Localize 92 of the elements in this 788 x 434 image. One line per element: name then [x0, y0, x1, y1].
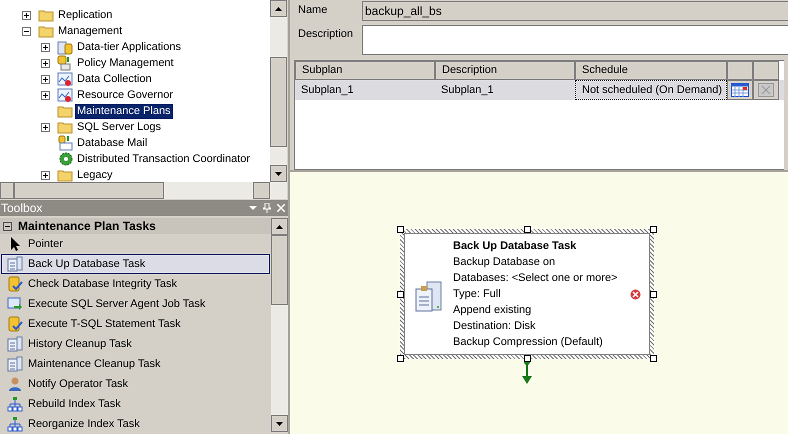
- resize-handle[interactable]: [397, 291, 404, 298]
- table-row[interactable]: Subplan_1 Subplan_1 Not scheduled (On Demand): [295, 80, 784, 100]
- folder-icon: [57, 104, 73, 118]
- folder-icon: [38, 24, 54, 38]
- toolbox-item[interactable]: Reorganize Index Task: [1, 414, 270, 434]
- vertical-scrollbar[interactable]: [270, 0, 287, 182]
- toolbox-item[interactable]: Execute T-SQL Statement Task: [1, 314, 270, 334]
- chart-icon: [57, 87, 73, 103]
- tree-diagram-icon: [7, 416, 23, 432]
- tree-item[interactable]: SQL Server Logs: [75, 120, 163, 134]
- task-icon: [7, 356, 23, 372]
- table-cell: Not scheduled (On Demand): [575, 80, 727, 100]
- tree-item[interactable]: Data Collection: [75, 72, 154, 86]
- tree-item[interactable]: Legacy: [75, 168, 114, 182]
- description-field[interactable]: [362, 25, 788, 55]
- column-header[interactable]: [753, 61, 779, 80]
- task-detail: Databases: <Select one or more>: [453, 271, 618, 286]
- horizontal-scrollbar[interactable]: [0, 182, 287, 199]
- close-icon[interactable]: [277, 204, 285, 212]
- pin-icon[interactable]: [263, 203, 271, 213]
- expand-toggle[interactable]: [41, 90, 50, 100]
- resize-handle[interactable]: [524, 355, 531, 362]
- tree-item[interactable]: Distributed Transaction Coordinator: [75, 152, 252, 166]
- task-detail: Backup Database on: [453, 255, 556, 270]
- expand-toggle[interactable]: [41, 58, 50, 68]
- panel-title: Toolbox: [1, 200, 44, 217]
- database-icon: [57, 39, 73, 55]
- toolbox-item[interactable]: Execute SQL Server Agent Job Task: [1, 294, 270, 314]
- check-icon: [7, 276, 23, 292]
- tree-item[interactable]: Maintenance Plans: [75, 104, 173, 118]
- resize-handle[interactable]: [397, 226, 404, 233]
- tree-diagram-icon: [7, 396, 23, 412]
- task-title: Back Up Database Task: [453, 239, 578, 254]
- column-header[interactable]: Subplan: [295, 61, 435, 80]
- task-detail: Destination: Disk: [453, 319, 537, 334]
- tree-item[interactable]: Replication: [56, 8, 114, 22]
- collapse-toggle[interactable]: [3, 222, 12, 230]
- description-label: Description: [298, 27, 354, 42]
- expand-toggle[interactable]: [41, 170, 50, 180]
- resize-handle[interactable]: [650, 226, 657, 233]
- column-header[interactable]: Description: [435, 61, 575, 80]
- connector-arrow[interactable]: [522, 359, 532, 385]
- check-icon: [7, 316, 23, 332]
- tree-item[interactable]: Resource Governor: [75, 88, 175, 102]
- dropdown-icon[interactable]: [249, 205, 257, 211]
- toolbox-item[interactable]: Notify Operator Task: [1, 374, 270, 394]
- name-field[interactable]: backup_all_bs: [362, 1, 788, 21]
- tree-item[interactable]: Management: [56, 24, 124, 38]
- task-detail: Append existing: [453, 303, 532, 318]
- task-icon: [7, 336, 23, 352]
- policy-icon: [57, 55, 73, 71]
- task-detail: Type: Full: [453, 287, 502, 302]
- resize-handle[interactable]: [650, 355, 657, 362]
- expand-toggle[interactable]: [41, 122, 50, 132]
- vertical-scrollbar[interactable]: [271, 218, 288, 432]
- folder-icon: [57, 120, 73, 134]
- calendar-button[interactable]: [727, 80, 753, 100]
- tree-item[interactable]: Policy Management: [75, 56, 176, 70]
- toolbox-item[interactable]: History Cleanup Task: [1, 334, 270, 354]
- name-label: Name: [298, 3, 328, 18]
- tree-item[interactable]: Database Mail: [75, 136, 150, 150]
- toolbox-item[interactable]: Back Up Database Task: [1, 254, 270, 274]
- collapse-toggle[interactable]: [22, 26, 31, 36]
- mail-icon: [57, 135, 73, 151]
- column-header[interactable]: [727, 61, 753, 80]
- task-detail: Backup Compression (Default): [453, 335, 604, 350]
- up-arrow-icon[interactable]: [276, 224, 283, 228]
- tree-item[interactable]: Data-tier Applications: [75, 40, 183, 54]
- folder-icon: [38, 8, 54, 22]
- gear-icon: [57, 151, 73, 167]
- table-cell-text: Subplan_1: [300, 82, 355, 98]
- toolbox-item[interactable]: Check Database Integrity Task: [1, 274, 270, 294]
- expand-toggle[interactable]: [41, 42, 50, 52]
- window-arrow-icon: [7, 296, 23, 312]
- task-icon: [7, 256, 23, 272]
- resize-handle[interactable]: [650, 291, 657, 298]
- down-arrow-icon[interactable]: [276, 422, 283, 426]
- expand-toggle[interactable]: [22, 10, 31, 20]
- toolbox-item[interactable]: Pointer: [1, 234, 270, 254]
- toolbox-item[interactable]: Rebuild Index Task: [1, 394, 270, 414]
- person-icon: [7, 376, 23, 392]
- expand-toggle[interactable]: [41, 74, 50, 84]
- task-icon: [415, 281, 443, 313]
- table-cell-text: Subplan_1: [440, 82, 495, 98]
- chart-icon: [57, 71, 73, 87]
- resize-handle[interactable]: [524, 226, 531, 233]
- down-arrow-icon[interactable]: [275, 172, 282, 176]
- task-shape[interactable]: Back Up Database Task Backup Database on Databases: <Select one or more> Type: Full Append existing Destination: Disk Backup Compression (Default): [400, 229, 654, 359]
- resize-handle[interactable]: [397, 355, 404, 362]
- toolbox-item[interactable]: Maintenance Cleanup Task: [1, 354, 270, 374]
- up-arrow-icon[interactable]: [275, 6, 282, 10]
- column-header[interactable]: Schedule: [575, 61, 727, 80]
